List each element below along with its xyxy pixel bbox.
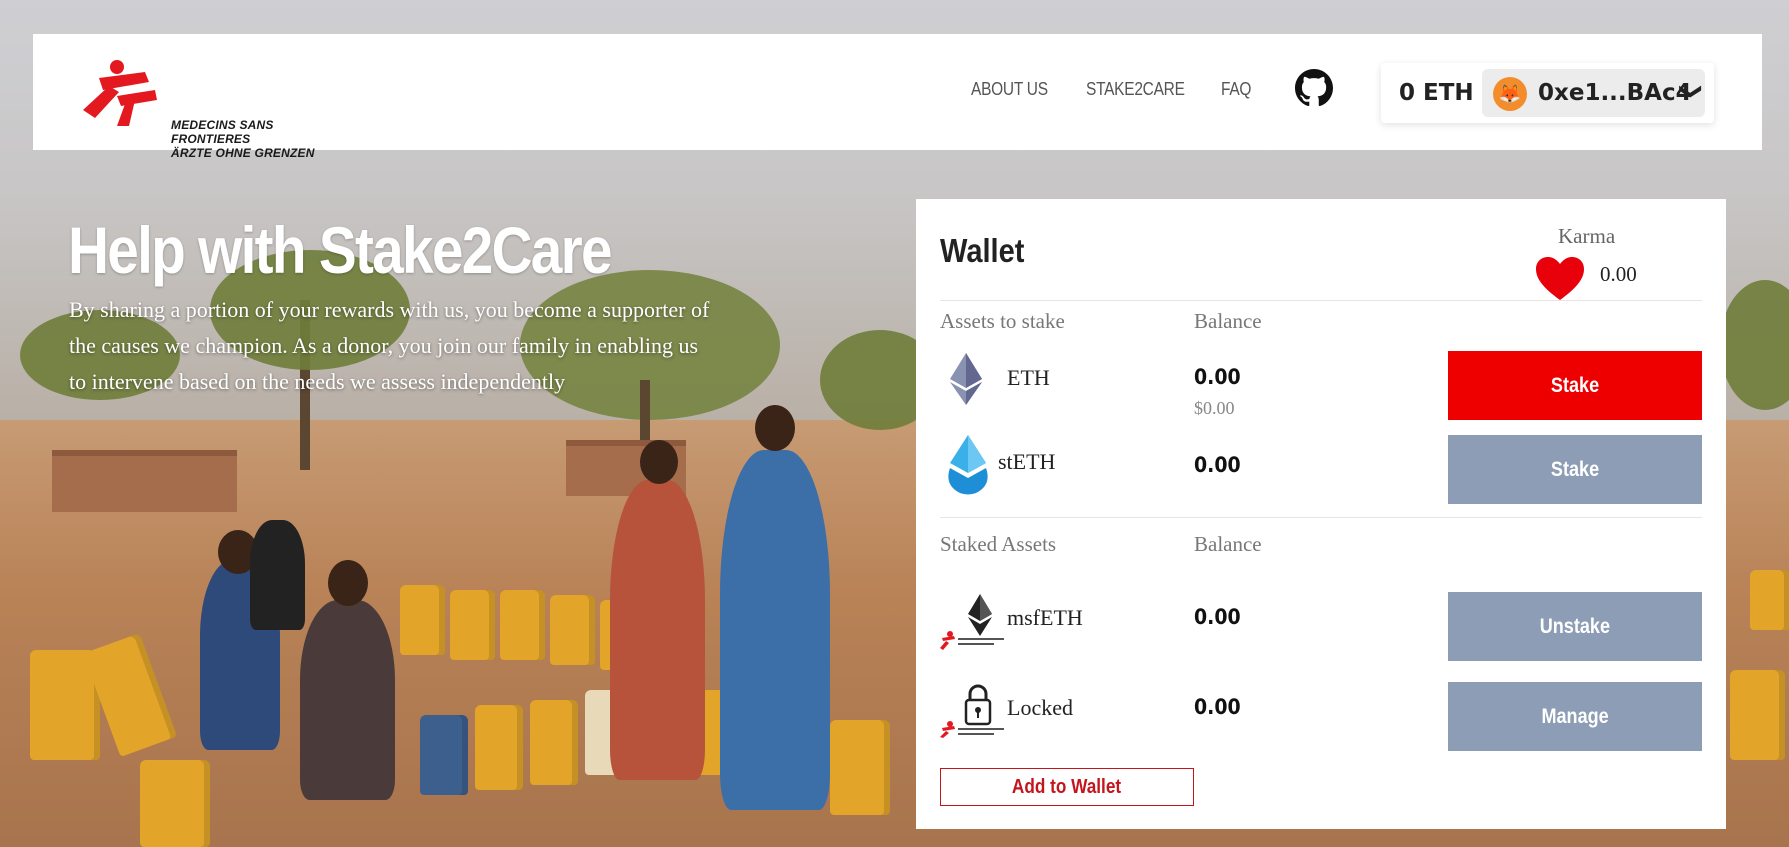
assets-to-stake-header: Assets to stake bbox=[940, 309, 1065, 333]
wallet-card: Wallet Karma 0.00 Assets to stake Balanc… bbox=[916, 199, 1726, 829]
jerrycan bbox=[400, 585, 445, 655]
account-dropdown[interactable]: 🦊 0xe1...BAc4 ❯ bbox=[1482, 69, 1705, 117]
wallet-connector[interactable]: 0 ETH 🦊 0xe1...BAc4 ❯ bbox=[1381, 63, 1714, 123]
eth-icon bbox=[950, 353, 982, 405]
eth-balance-value: 0.00 bbox=[1194, 365, 1241, 389]
jerrycan bbox=[500, 590, 545, 660]
nav-about-us[interactable]: ABOUT US bbox=[971, 79, 1048, 100]
mud-house bbox=[52, 450, 237, 512]
jerrycan bbox=[830, 720, 890, 815]
add-to-wallet-button[interactable]: Add to Wallet bbox=[940, 768, 1194, 806]
karma-value: 0.00 bbox=[1600, 262, 1637, 286]
msf-runner-icon bbox=[83, 60, 157, 126]
staked-assets-header: Staked Assets bbox=[940, 532, 1057, 556]
logo-line-1: MEDECINS SANS FRONTIERES bbox=[171, 118, 274, 146]
woman bbox=[720, 450, 830, 810]
add-to-wallet-label: Add to Wallet bbox=[1012, 775, 1122, 798]
divider bbox=[940, 300, 1702, 301]
hero-description: By sharing a portion of your rewards wit… bbox=[69, 297, 710, 394]
woman-head bbox=[640, 440, 678, 484]
jerrycan bbox=[530, 700, 578, 785]
stake-steth-button[interactable]: Stake bbox=[1448, 435, 1702, 504]
jerrycan bbox=[550, 595, 595, 665]
karma-label: Karma bbox=[1558, 224, 1616, 248]
woman bbox=[610, 480, 705, 780]
asset-name-steth: stETH bbox=[998, 449, 1056, 474]
top-navbar: MEDECINS SANS FRONTIERES ÄRZTE OHNE GREN… bbox=[33, 34, 1762, 160]
heart-icon bbox=[1536, 257, 1584, 300]
eth-usd-value: $0.00 bbox=[1194, 398, 1235, 418]
eth-balance: 0 ETH bbox=[1399, 80, 1474, 106]
staked-balance-header: Balance bbox=[1194, 532, 1262, 556]
github-icon[interactable] bbox=[1295, 69, 1333, 107]
stake-steth-label: Stake bbox=[1550, 457, 1600, 481]
nav-faq[interactable]: FAQ bbox=[1221, 79, 1251, 100]
chevron-down-icon: ❯ bbox=[1678, 82, 1704, 101]
wallet-address: 0xe1...BAc4 bbox=[1538, 80, 1692, 106]
jerrycan bbox=[1730, 670, 1785, 760]
jerrycan bbox=[140, 760, 210, 847]
jerrycan bbox=[1750, 570, 1789, 630]
metamask-fox-icon: 🦊 bbox=[1493, 77, 1527, 111]
woman-head bbox=[755, 405, 795, 451]
stake-eth-label: Stake bbox=[1550, 373, 1600, 397]
hero-title: Help with Stake2Care bbox=[68, 213, 613, 287]
unstake-button[interactable]: Unstake bbox=[1448, 592, 1702, 661]
unstake-label: Unstake bbox=[1539, 614, 1611, 638]
logo-line-2: ÄRZTE OHNE GRENZEN bbox=[171, 146, 315, 160]
child-head bbox=[328, 560, 368, 606]
steth-icon bbox=[948, 435, 988, 495]
child bbox=[300, 600, 395, 800]
manage-button[interactable]: Manage bbox=[1448, 682, 1702, 751]
balance-header: Balance bbox=[1194, 309, 1262, 333]
manage-label: Manage bbox=[1541, 704, 1609, 728]
stake-eth-button[interactable]: Stake bbox=[1448, 351, 1702, 420]
asset-name-locked: Locked bbox=[1007, 695, 1073, 720]
msf-logo[interactable]: MEDECINS SANS FRONTIERES ÄRZTE OHNE GREN… bbox=[77, 56, 317, 160]
jerrycan bbox=[450, 590, 495, 660]
locked-balance-value: 0.00 bbox=[1194, 695, 1241, 719]
jerrycan bbox=[420, 715, 468, 795]
asset-name-msfeth: msfETH bbox=[1007, 605, 1083, 630]
divider bbox=[940, 517, 1702, 518]
woman bbox=[250, 520, 305, 630]
asset-name-eth: ETH bbox=[1007, 365, 1050, 390]
logo-text: MEDECINS SANS FRONTIERES ÄRZTE OHNE GREN… bbox=[171, 118, 317, 160]
steth-balance-value: 0.00 bbox=[1194, 453, 1241, 477]
nav-stake2care[interactable]: STAKE2CARE bbox=[1086, 79, 1185, 100]
lock-icon bbox=[940, 684, 1004, 738]
msfeth-icon bbox=[940, 594, 1004, 650]
wallet-title: Wallet bbox=[940, 232, 1025, 269]
msfeth-balance-value: 0.00 bbox=[1194, 605, 1241, 629]
jerrycan bbox=[475, 705, 523, 790]
